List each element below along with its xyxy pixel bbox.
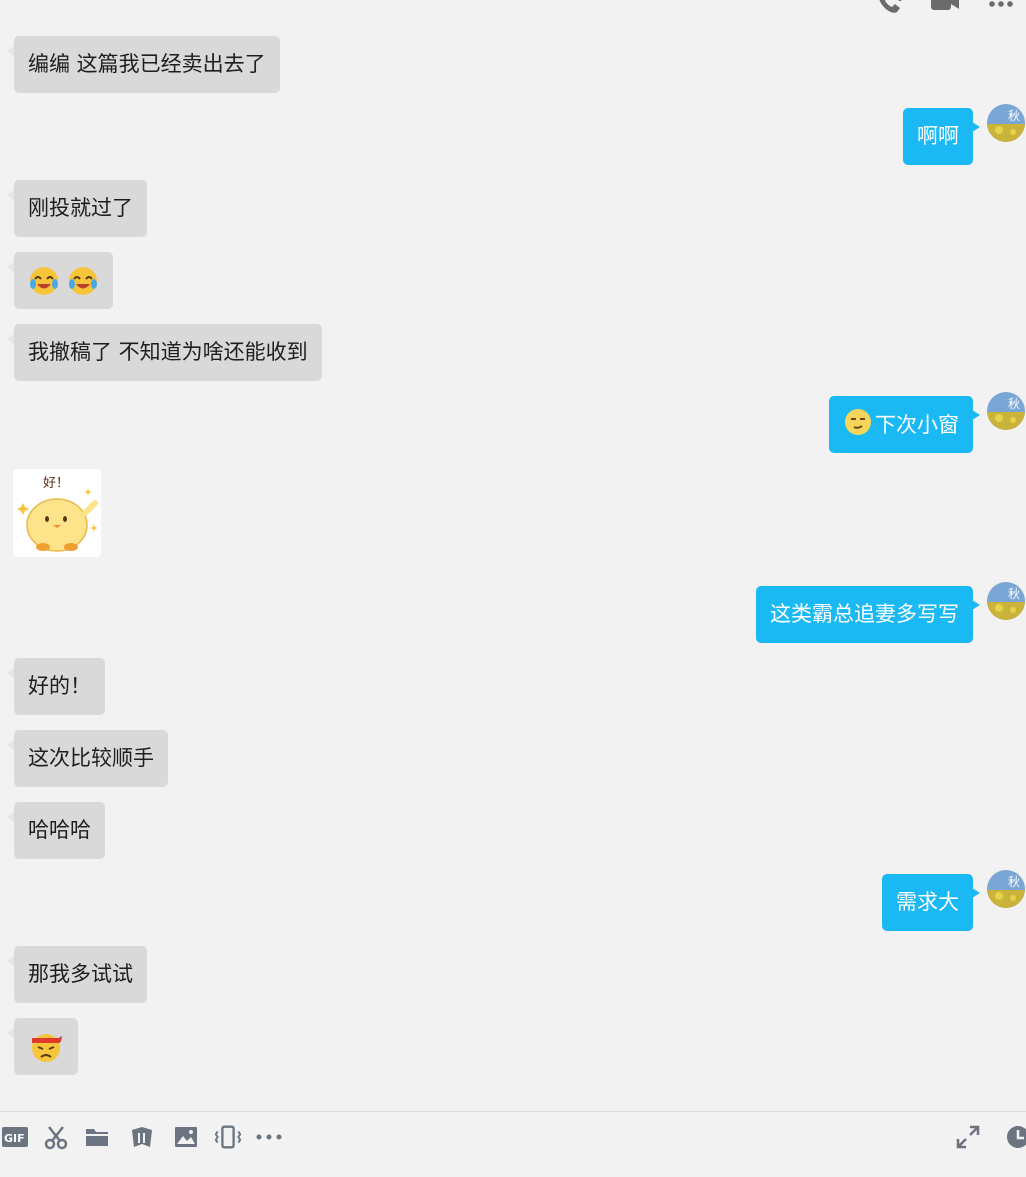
message-bubble[interactable]: 好的！ <box>7 658 105 715</box>
message-text: 需求大 <box>896 890 959 914</box>
message-text: 哈哈哈 <box>28 818 91 842</box>
message-bubble[interactable]: 下次小窗 <box>829 396 980 453</box>
message-item: 我撤稿了 不知道为啥还能收到 <box>7 324 322 381</box>
message-bubble[interactable]: 啊啊 <box>903 108 980 165</box>
message-text: 那我多试试 <box>28 962 133 986</box>
determined-headband-emoji <box>29 1030 63 1070</box>
message-bubble[interactable]: 需求大 <box>882 874 980 931</box>
message-bubble[interactable]: 这次比较顺手 <box>7 730 168 787</box>
message-text: 这次比较顺手 <box>28 746 154 770</box>
svg-text:秋: 秋 <box>1008 397 1020 411</box>
message-item: 这次比较顺手 <box>7 730 168 787</box>
sticker-caption: 好！ <box>43 476 69 491</box>
message-bubble[interactable] <box>7 1018 78 1075</box>
shake-icon[interactable] <box>213 1124 243 1150</box>
message-text: 我撤稿了 不知道为啥还能收到 <box>28 340 308 364</box>
message-text: 下次小窗 <box>875 412 959 437</box>
message-item: 那我多试试 <box>7 946 147 1003</box>
message-bubble[interactable]: 我撤稿了 不知道为啥还能收到 <box>7 324 322 381</box>
message-text: 啊啊 <box>917 124 959 148</box>
folder-icon[interactable] <box>82 1124 112 1150</box>
history-icon[interactable] <box>1002 1124 1026 1150</box>
message-item <box>7 252 113 309</box>
message-item: 编编 这篇我已经卖出去了 <box>7 36 280 93</box>
message-bubble[interactable]: 编编 这篇我已经卖出去了 <box>7 36 280 93</box>
message-item: 哈哈哈 <box>7 802 105 859</box>
avatar[interactable]: 秋 <box>987 582 1025 620</box>
svg-text:秋: 秋 <box>1008 109 1020 123</box>
svg-text:秋: 秋 <box>1008 875 1020 889</box>
svg-text:GIF: GIF <box>4 1132 25 1145</box>
message-bubble[interactable]: 这类霸总追妻多写写 <box>756 586 980 643</box>
message-bubble[interactable] <box>7 252 113 309</box>
message-bubble[interactable]: 刚投就过了 <box>7 180 147 237</box>
message-item: 下次小窗 <box>829 396 980 453</box>
message-item: 这类霸总追妻多写写 <box>756 586 980 643</box>
smirk-emoji <box>843 407 873 443</box>
avatar[interactable]: 秋 <box>987 392 1025 430</box>
image-icon[interactable] <box>171 1124 201 1150</box>
message-text: 刚投就过了 <box>28 196 133 220</box>
message-item: 啊啊 <box>903 108 980 165</box>
message-text: 好的！ <box>28 674 91 698</box>
crying-laughing-emoji <box>28 265 60 303</box>
screenshot-icon[interactable] <box>126 1124 156 1150</box>
message-text: 这类霸总追妻多写写 <box>770 602 959 626</box>
input-toolbar: GIF <box>0 1111 1026 1177</box>
message-text: 编编 这篇我已经卖出去了 <box>28 52 266 76</box>
message-item: 需求大 <box>882 874 980 931</box>
gif-icon[interactable]: GIF <box>0 1124 30 1150</box>
crying-laughing-emoji <box>67 265 99 303</box>
scissors-icon[interactable] <box>41 1124 71 1150</box>
chick-sticker[interactable]: 好！ <box>13 469 101 557</box>
avatar[interactable]: 秋 <box>987 104 1025 142</box>
message-item <box>7 1018 78 1075</box>
message-list[interactable]: 编编 这篇我已经卖出去了 啊啊 秋 刚投就过了 我撤稿了 不知道为啥还能收到 下… <box>0 0 1026 1110</box>
svg-text:秋: 秋 <box>1008 587 1020 601</box>
message-bubble[interactable]: 哈哈哈 <box>7 802 105 859</box>
message-item: 刚投就过了 <box>7 180 147 237</box>
message-bubble[interactable]: 那我多试试 <box>7 946 147 1003</box>
avatar[interactable]: 秋 <box>987 870 1025 908</box>
expand-icon[interactable] <box>953 1124 983 1150</box>
message-item: 好的！ <box>7 658 105 715</box>
more-icon[interactable] <box>254 1124 284 1150</box>
